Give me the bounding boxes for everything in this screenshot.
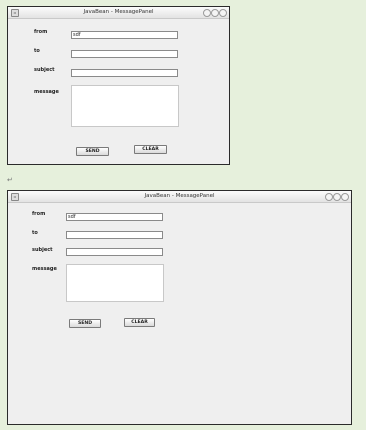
from-field[interactable]: sdf [66, 213, 163, 221]
title-bar[interactable]: ▫ JavaBean - MessagePanel [8, 7, 229, 19]
to-label: to [34, 48, 40, 54]
from-field[interactable]: sdf [71, 31, 178, 39]
window-title: JavaBean - MessagePanel [83, 9, 154, 15]
close-icon[interactable] [341, 193, 349, 201]
window-title: JavaBean - MessagePanel [144, 193, 215, 199]
subject-field[interactable] [66, 248, 163, 256]
message-textarea[interactable] [66, 264, 164, 302]
message-panel-window-2: ▫ JavaBean - MessagePanel from sdf to su… [7, 190, 352, 425]
send-button[interactable]: SEND [76, 147, 109, 156]
subject-label: subject [34, 67, 55, 73]
to-field[interactable] [66, 231, 163, 239]
from-label: from [34, 29, 48, 35]
title-bar[interactable]: ▫ JavaBean - MessagePanel [8, 191, 351, 203]
from-label: from [32, 211, 46, 217]
message-label: message [32, 266, 57, 272]
close-icon[interactable] [219, 9, 227, 17]
subject-label: subject [32, 247, 53, 253]
message-textarea[interactable] [71, 85, 179, 127]
message-label: message [34, 89, 59, 95]
maximize-icon[interactable] [211, 9, 219, 17]
message-panel-window-1: ▫ JavaBean - MessagePanel from sdf to su… [7, 6, 230, 165]
maximize-icon[interactable] [333, 193, 341, 201]
to-field[interactable] [71, 50, 178, 58]
clear-button[interactable]: CLEAR [124, 318, 155, 327]
minimize-icon[interactable] [325, 193, 333, 201]
send-button[interactable]: SEND [69, 319, 101, 328]
minimize-icon[interactable] [203, 9, 211, 17]
clear-button[interactable]: CLEAR [134, 145, 167, 154]
subject-field[interactable] [71, 69, 178, 77]
line-break-icon: ↵ [7, 176, 13, 184]
to-label: to [32, 230, 38, 236]
